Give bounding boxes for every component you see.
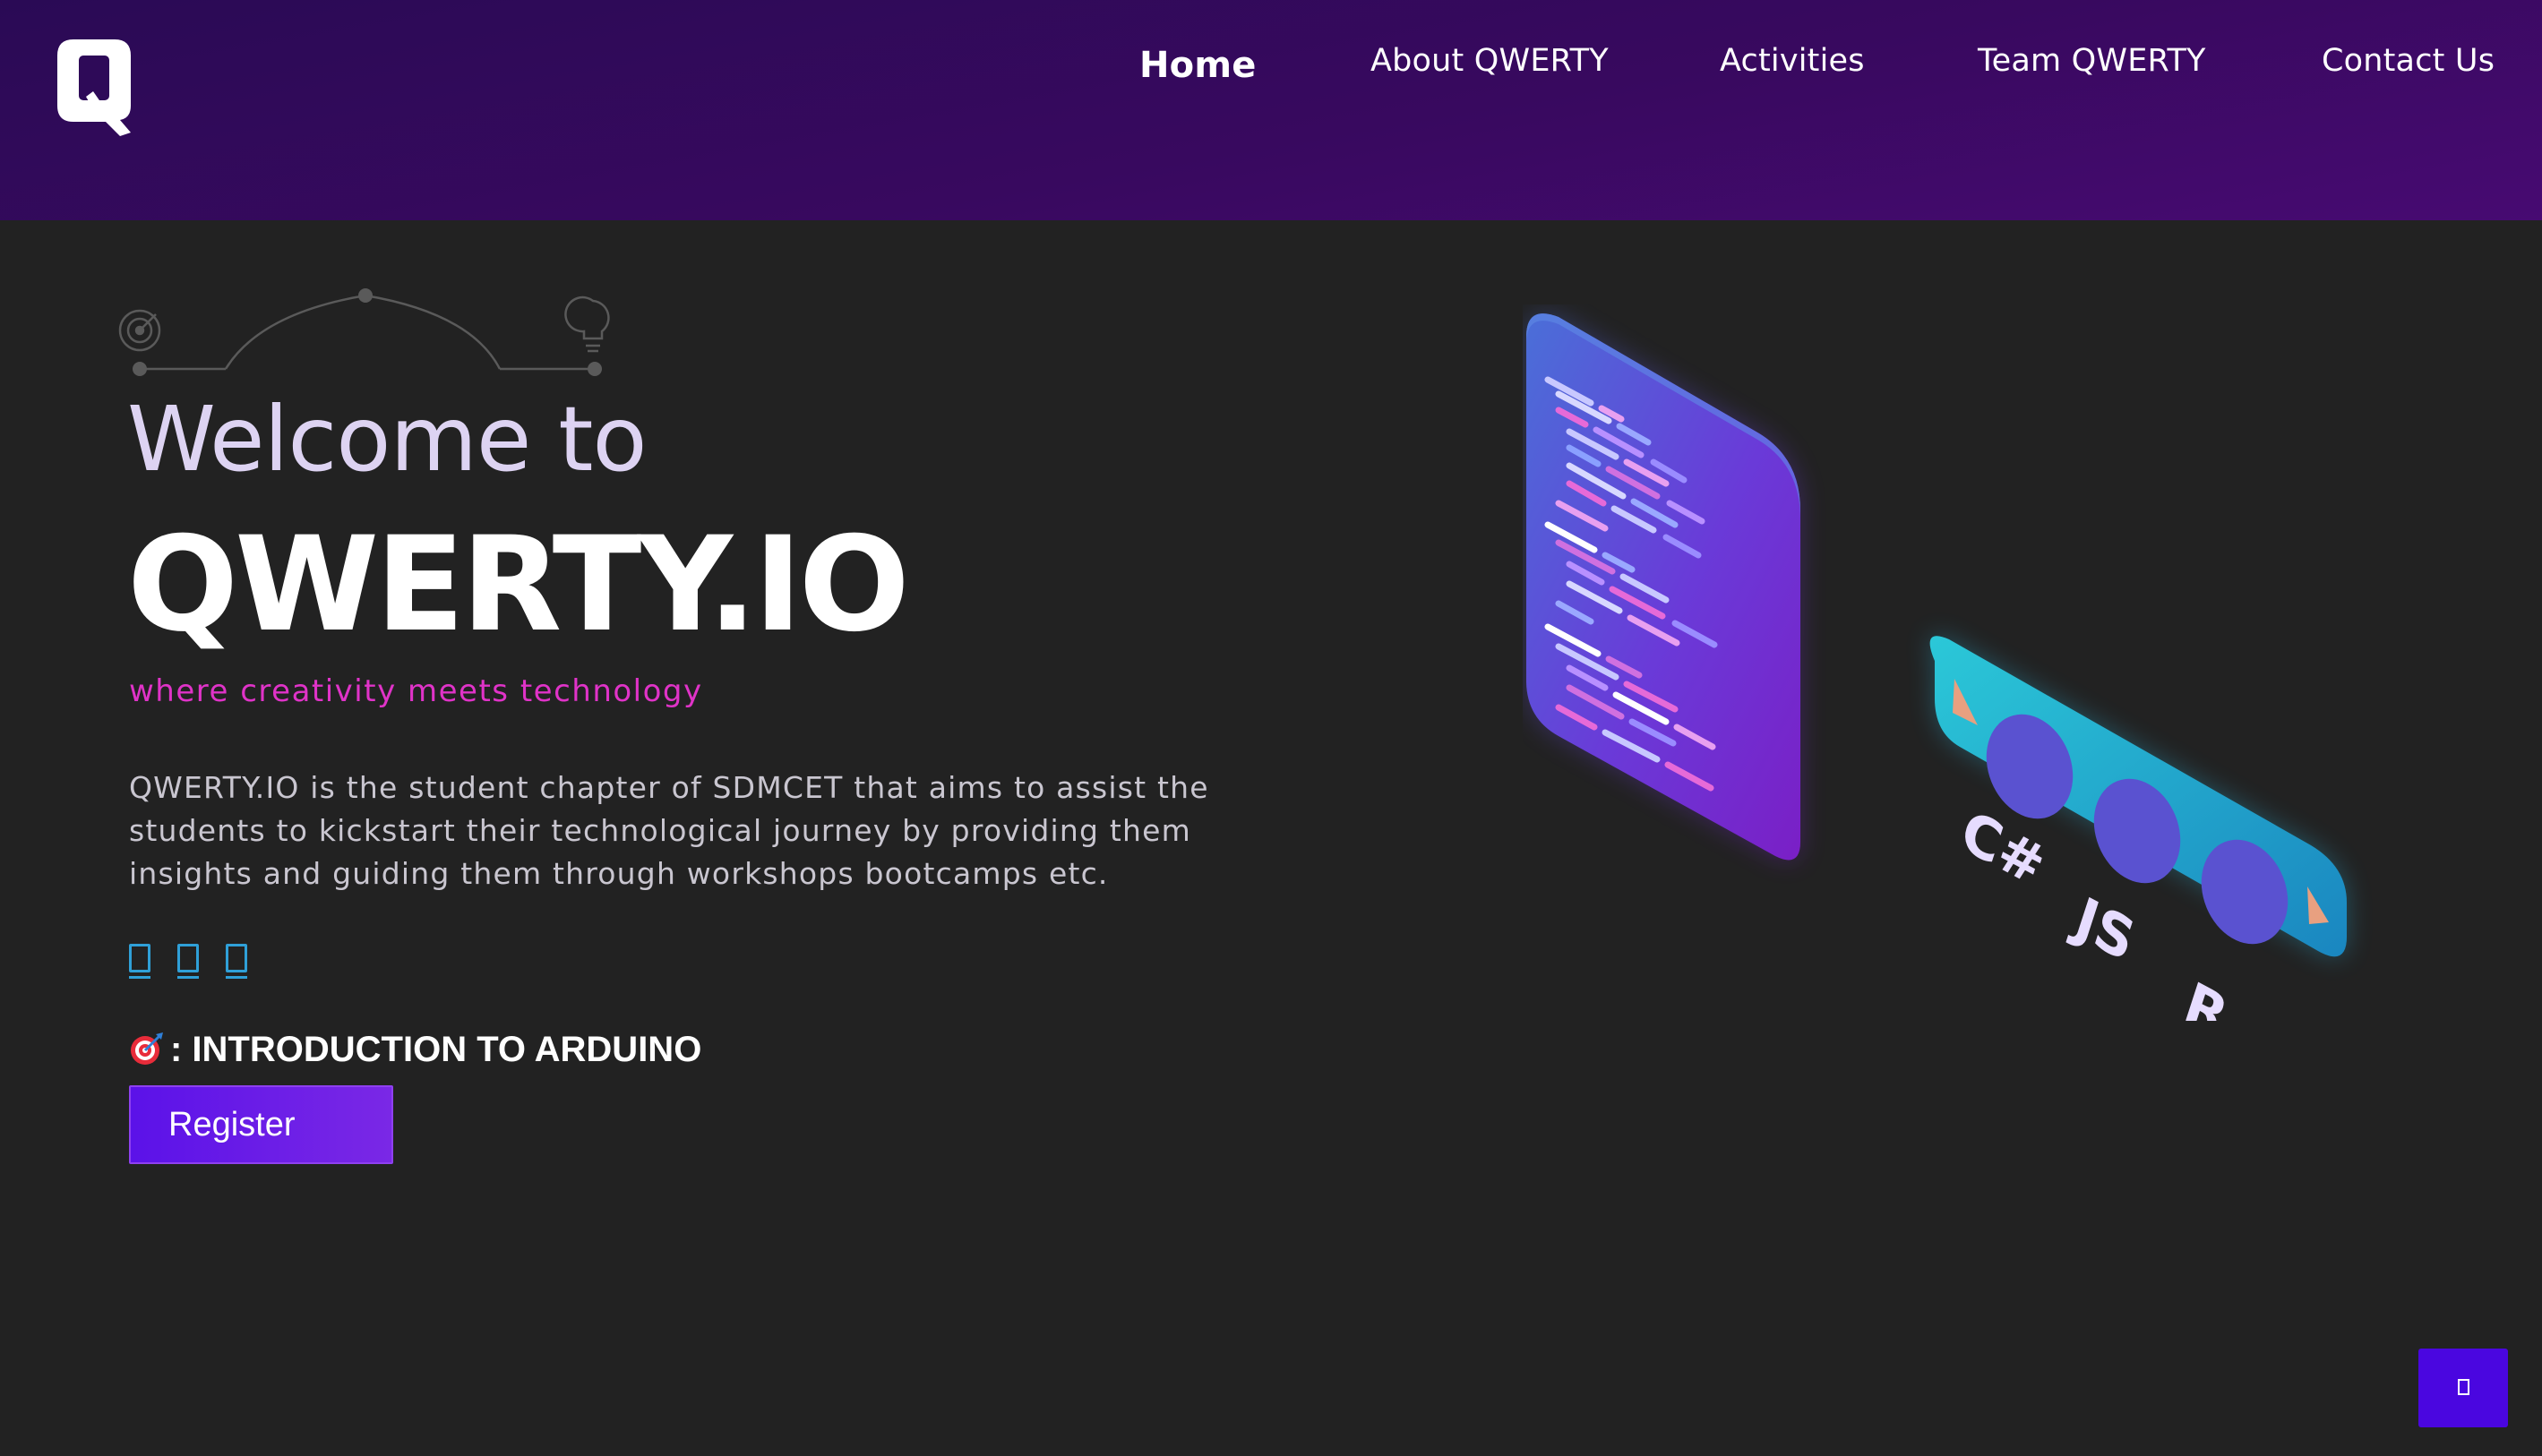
nav-about[interactable]: About QWERTY <box>1370 43 1609 79</box>
back-to-top-button[interactable] <box>2418 1349 2508 1427</box>
brand-title: QWERTY.IO <box>127 509 910 661</box>
nav-contact[interactable]: Contact Us <box>2322 43 2495 79</box>
target-icon <box>131 1032 163 1065</box>
event-title: : INTRODUCTION TO ARDUINO <box>170 1030 702 1069</box>
tagline: where creativity meets technology <box>129 673 703 709</box>
lang-js: JS <box>2065 882 2143 974</box>
welcome-heading: Welcome to <box>127 387 648 492</box>
nav-team[interactable]: Team QWERTY <box>1978 43 2206 79</box>
nav-home[interactable]: Home <box>1139 45 1257 86</box>
lang-r: R <box>2177 969 2236 1021</box>
arrow-up-icon <box>2458 1379 2469 1395</box>
register-button[interactable]: Register <box>129 1085 393 1164</box>
social-icon-3[interactable] <box>226 944 247 979</box>
journey-decoration <box>118 288 610 376</box>
social-icon-2[interactable] <box>177 944 199 979</box>
upcoming-event: : INTRODUCTION TO ARDUINO <box>129 1030 701 1070</box>
social-icon-1[interactable] <box>129 944 150 979</box>
code-panel <box>1526 313 1800 861</box>
code-illustration: C# JS R <box>1526 313 2347 1021</box>
description: QWERTY.IO is the student chapter of SDMC… <box>129 770 1209 891</box>
q-logo-icon[interactable] <box>54 36 134 136</box>
nav-activities[interactable]: Activities <box>1720 43 1865 79</box>
navbar: Home About QWERTY Activities Team QWERTY… <box>0 0 2542 220</box>
language-bar: C# JS R <box>1929 636 2347 1021</box>
